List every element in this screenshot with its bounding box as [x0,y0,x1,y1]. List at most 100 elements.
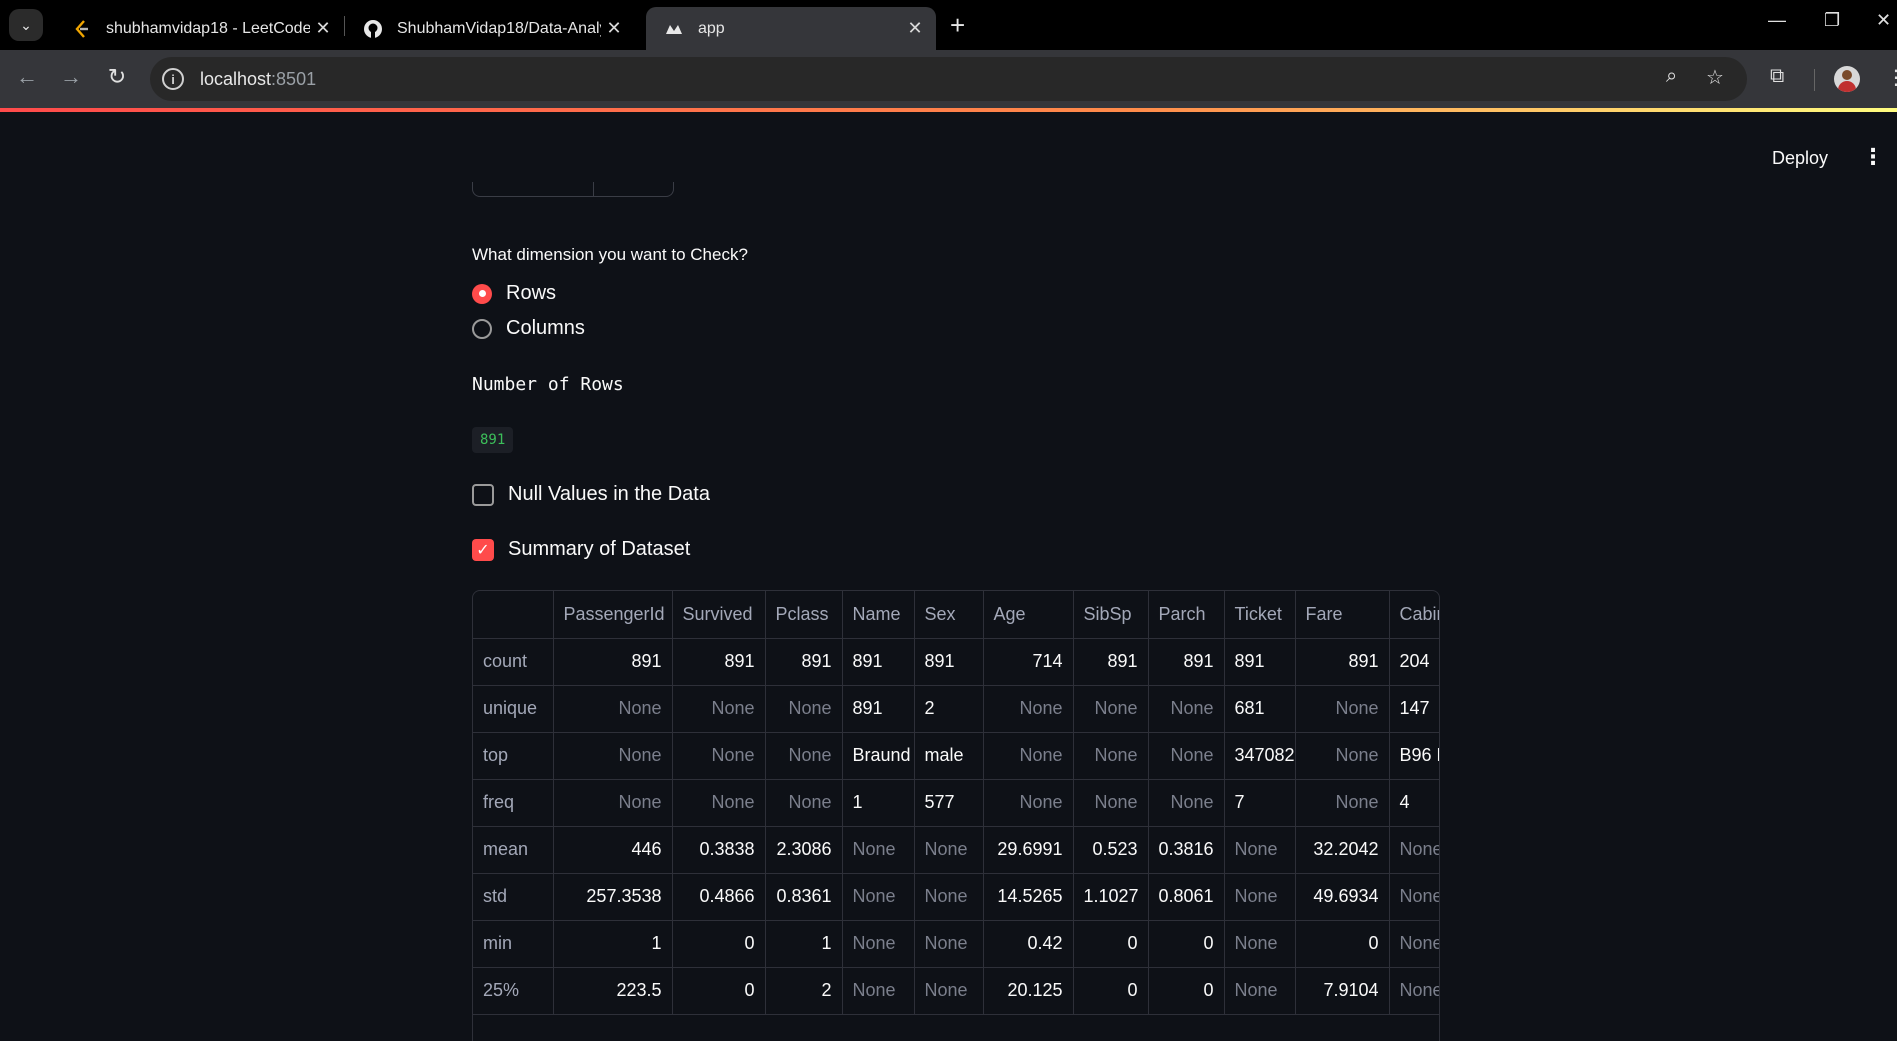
table-cell[interactable]: 1 [842,779,915,827]
row-index-cell[interactable]: mean [473,826,554,874]
table-cell[interactable]: 891 [553,638,673,686]
table-cell[interactable]: 446 [553,826,673,874]
table-cell[interactable]: None [1224,967,1296,1015]
table-cell[interactable]: None [765,732,843,780]
table-cell[interactable]: None [914,920,984,968]
table-cell[interactable]: None [1389,920,1439,968]
table-cell[interactable]: 891 [1148,638,1225,686]
table-cell[interactable]: 891 [914,638,984,686]
table-cell[interactable]: 4 [1389,779,1439,827]
table-cell[interactable]: 891 [1295,638,1390,686]
row-index-cell[interactable]: freq [473,779,554,827]
table-cell[interactable]: 577 [914,779,984,827]
checkbox-unchecked-icon[interactable] [472,483,494,506]
table-cell[interactable]: 347082 [1224,732,1296,780]
table-cell[interactable]: 0.4866 [672,873,766,921]
table-cell[interactable]: 0 [672,967,766,1015]
table-cell[interactable]: None [672,779,766,827]
table-cell[interactable]: None [914,873,984,921]
site-info-icon[interactable]: i [162,68,184,90]
table-cell[interactable]: 2.3086 [765,826,843,874]
table-cell[interactable]: None [1389,967,1439,1015]
table-cell[interactable]: 1.1027 [1073,873,1149,921]
restore-icon[interactable]: ❐ [1824,10,1840,31]
table-cell[interactable]: 0.42 [983,920,1074,968]
radio-selected-icon[interactable] [472,283,492,304]
tab-leetcode[interactable]: shubhamvidap18 - LeetCode Pr ✕ [54,7,344,50]
radio-columns[interactable]: Columns [472,317,585,340]
table-cell[interactable]: 7.9104 [1295,967,1390,1015]
table-cell[interactable]: None [1073,779,1149,827]
table-cell[interactable]: None [1224,920,1296,968]
table-cell[interactable]: 257.3538 [553,873,673,921]
column-header[interactable]: SibSp [1073,591,1149,639]
row-index-cell[interactable]: top [473,732,554,780]
column-header[interactable]: Fare [1295,591,1390,639]
column-header[interactable]: Name [842,591,915,639]
table-cell[interactable]: None [672,732,766,780]
table-cell[interactable]: 891 [672,638,766,686]
row-index-cell[interactable]: unique [473,685,554,733]
table-cell[interactable]: None [1224,873,1296,921]
column-header[interactable]: Sex [914,591,984,639]
checkbox-checked-icon[interactable]: ✓ [472,538,494,561]
table-cell[interactable]: 891 [765,638,843,686]
table-cell[interactable]: 0 [1073,967,1149,1015]
table-cell[interactable]: Braund [842,732,915,780]
table-cell[interactable]: None [914,967,984,1015]
table-cell[interactable]: 0 [672,920,766,968]
table-cell[interactable]: 891 [842,638,915,686]
table-cell[interactable]: 223.5 [553,967,673,1015]
table-cell[interactable]: 1 [765,920,843,968]
table-cell[interactable]: None [1295,685,1390,733]
table-cell[interactable]: 49.6934 [1295,873,1390,921]
close-window-icon[interactable]: ✕ [1876,10,1891,31]
extensions-icon[interactable]: ⧉ [1770,65,1784,88]
table-cell[interactable]: 0.3816 [1148,826,1225,874]
browser-menu-icon[interactable]: ⋮ [1886,65,1897,90]
minimize-icon[interactable]: — [1768,10,1786,31]
table-cell[interactable]: 0 [1148,920,1225,968]
column-header[interactable]: Pclass [765,591,843,639]
table-cell[interactable]: 891 [1224,638,1296,686]
column-header[interactable]: Parch [1148,591,1225,639]
table-cell[interactable]: None [765,779,843,827]
forward-icon[interactable]: → [56,64,86,90]
table-cell[interactable]: 891 [1073,638,1149,686]
table-cell[interactable]: None [553,779,673,827]
table-cell[interactable]: 0 [1295,920,1390,968]
table-cell[interactable]: 2 [914,685,984,733]
table-cell[interactable]: male [914,732,984,780]
table-cell[interactable]: 32.2042 [1295,826,1390,874]
table-cell[interactable]: 20.125 [983,967,1074,1015]
table-cell[interactable]: 7 [1224,779,1296,827]
table-cell[interactable]: None [765,685,843,733]
table-cell[interactable]: 2 [765,967,843,1015]
close-tab-icon[interactable]: ✕ [601,18,627,39]
table-cell[interactable]: 0 [1148,967,1225,1015]
radio-rows[interactable]: Rows [472,282,556,305]
table-cell[interactable]: 147 [1389,685,1439,733]
column-header[interactable]: Age [983,591,1074,639]
table-cell[interactable]: None [983,732,1074,780]
table-cell[interactable]: None [842,873,915,921]
table-cell[interactable]: 681 [1224,685,1296,733]
table-cell[interactable]: None [553,685,673,733]
new-tab-button[interactable]: + [950,12,965,38]
close-tab-icon[interactable]: ✕ [310,18,336,39]
table-cell[interactable]: 14.5265 [983,873,1074,921]
main-menu-icon[interactable]: ⋮ [1862,146,1884,168]
table-cell[interactable]: None [1148,685,1225,733]
table-cell[interactable]: 0.523 [1073,826,1149,874]
summary-dataframe[interactable]: PassengerId Survived Pclass Name Sex Age SibSp… [472,590,1440,1041]
table-cell[interactable]: None [842,826,915,874]
table-cell[interactable]: None [1389,826,1439,874]
row-index-cell[interactable]: std [473,873,554,921]
table-cell[interactable]: 891 [842,685,915,733]
tab-app[interactable]: app ✕ [646,7,936,50]
address-bar[interactable]: i localhost:8501 [150,57,1747,101]
table-cell[interactable]: None [1148,732,1225,780]
table-cell[interactable]: B96 B [1389,732,1439,780]
table-cell[interactable]: None [1295,732,1390,780]
table-cell[interactable]: 0.8061 [1148,873,1225,921]
